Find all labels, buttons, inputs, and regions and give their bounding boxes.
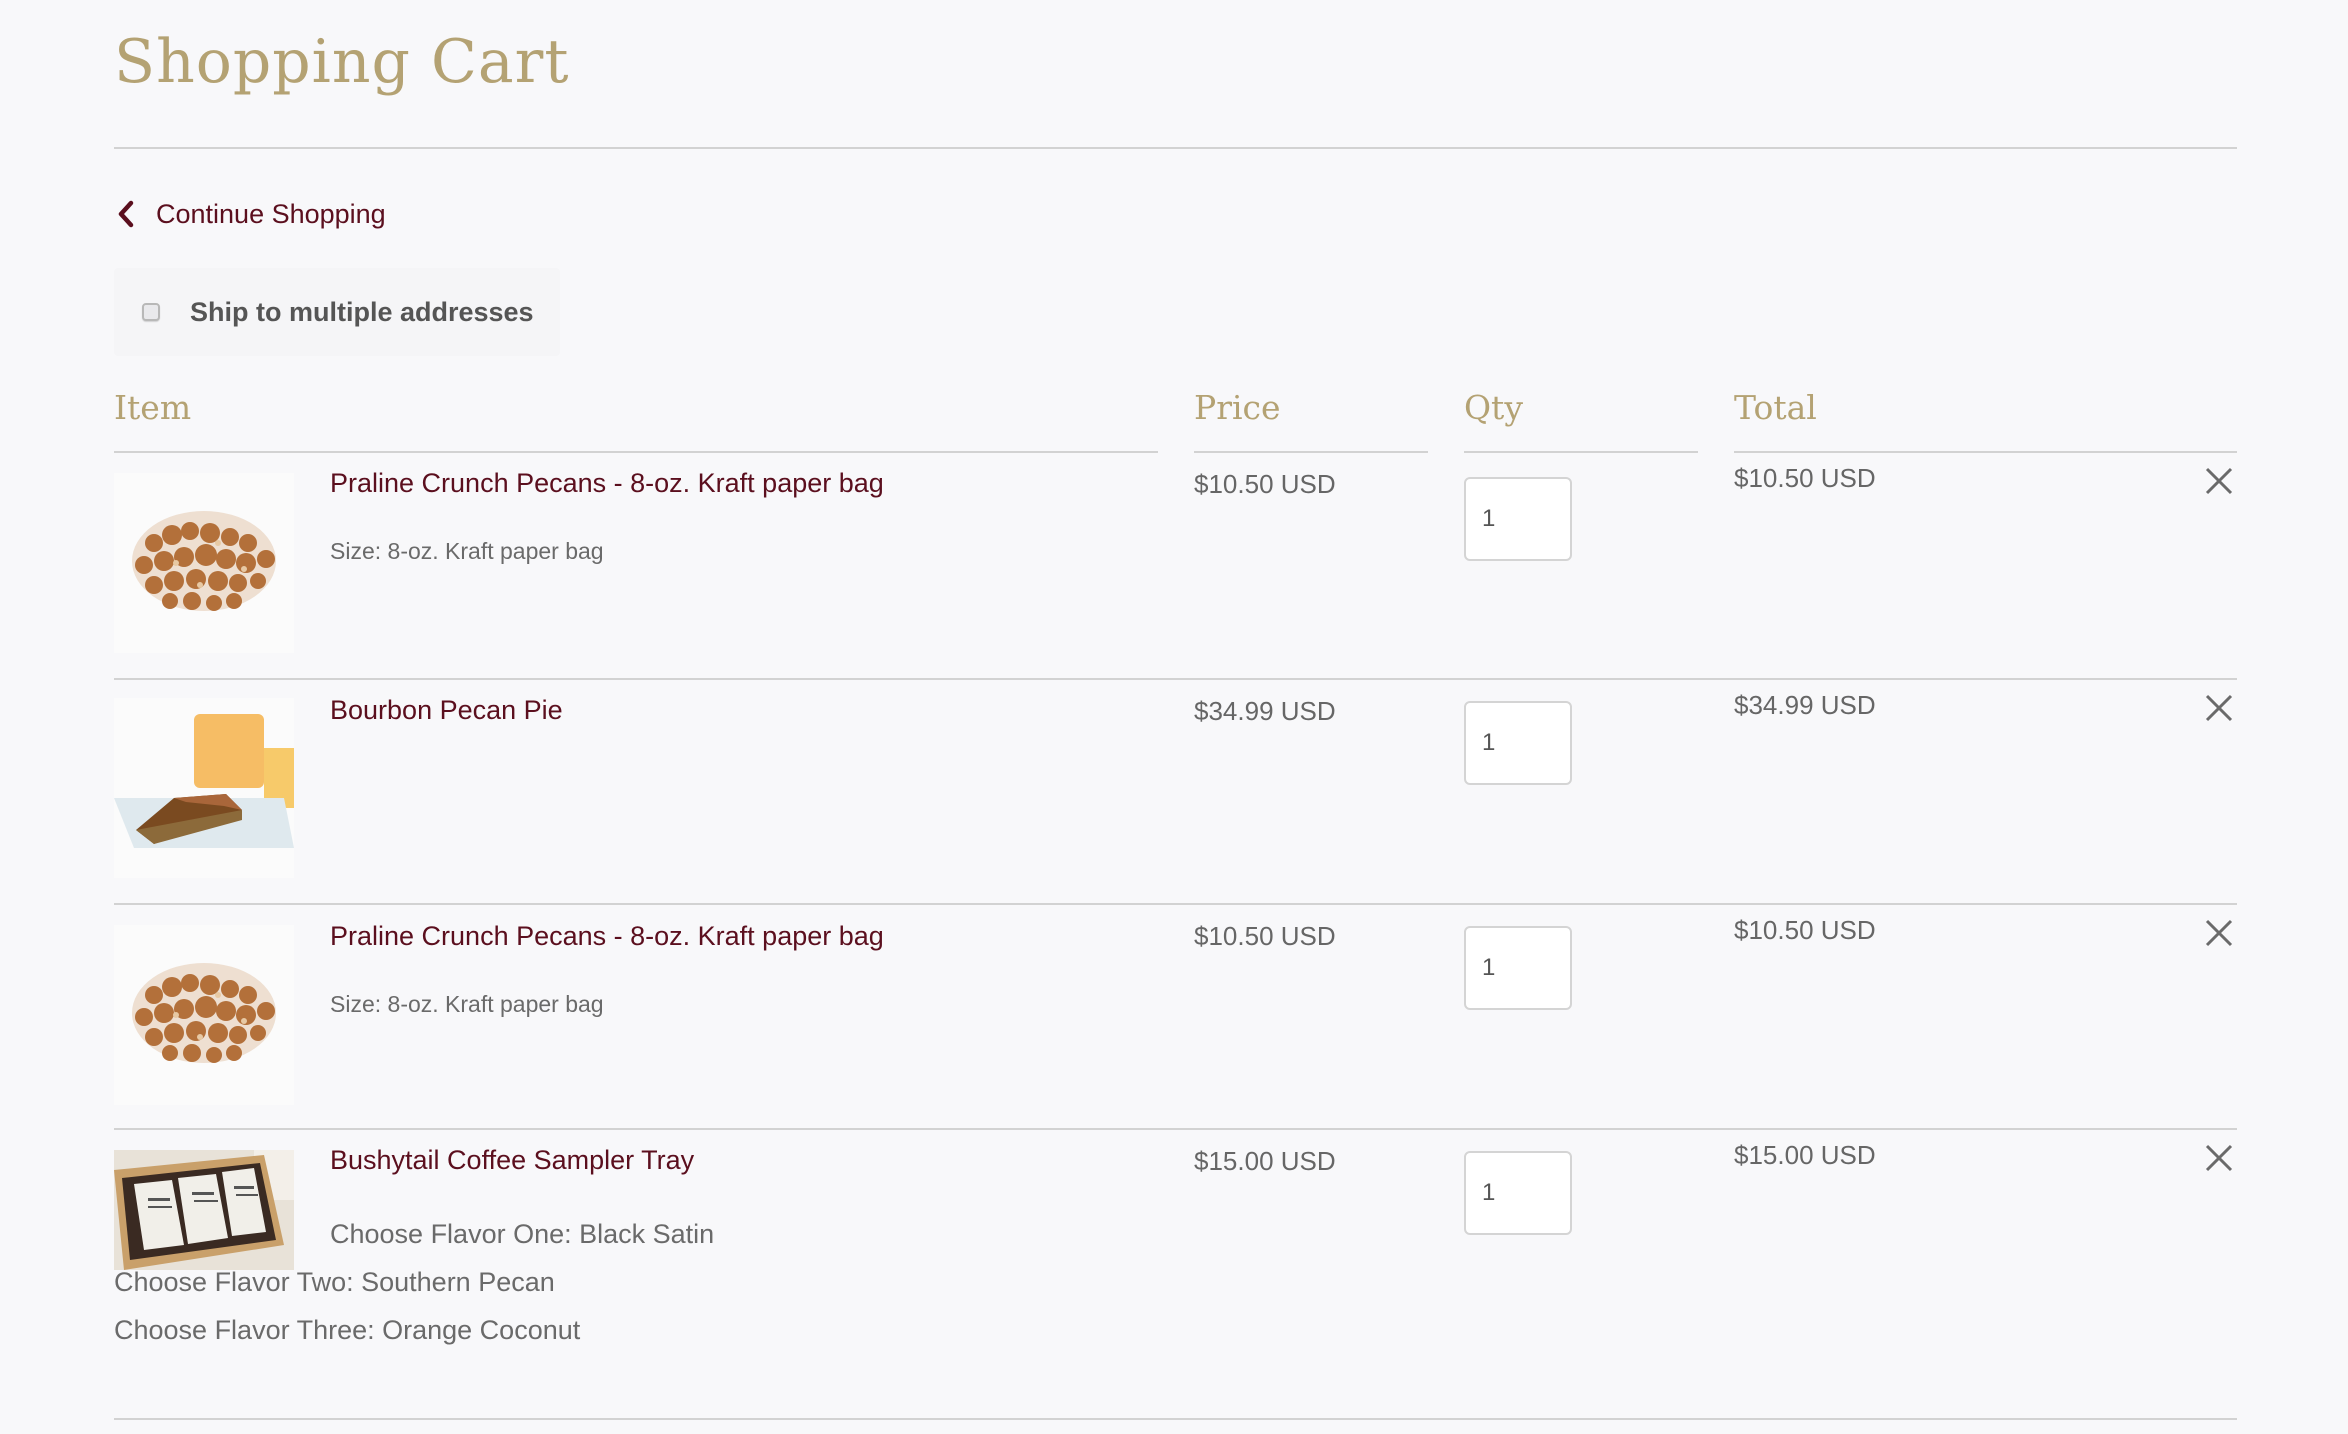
row-divider	[114, 903, 2237, 905]
praline-pecans-image[interactable]	[114, 473, 294, 653]
column-rule-item	[114, 451, 1158, 453]
item-name-link[interactable]: Bushytail Coffee Sampler Tray	[330, 1142, 694, 1178]
remove-item-button[interactable]	[2202, 464, 2236, 498]
close-icon	[2205, 467, 2233, 495]
quantity-input[interactable]	[1464, 926, 1572, 1010]
item-price: $34.99 USD	[1194, 696, 1336, 726]
item-total: $10.50 USD	[1734, 463, 1876, 493]
quantity-input[interactable]	[1464, 477, 1572, 561]
item-option: Choose Flavor Two: Southern Pecan	[114, 1267, 555, 1297]
title-divider	[114, 147, 2237, 149]
column-header-price: Price	[1194, 388, 1281, 427]
praline-pecans-image[interactable]	[114, 925, 294, 1105]
ship-multiple-checkbox[interactable]	[142, 303, 160, 321]
remove-item-button[interactable]	[2202, 916, 2236, 950]
item-price: $10.50 USD	[1194, 921, 1336, 951]
close-icon	[2205, 694, 2233, 722]
row-divider	[114, 1418, 2237, 1420]
quantity-input[interactable]	[1464, 701, 1572, 785]
remove-item-button[interactable]	[2202, 691, 2236, 725]
item-option: Choose Flavor One: Black Satin	[330, 1219, 715, 1249]
row-divider	[114, 1128, 2237, 1130]
bourbon-pecan-pie-image[interactable]	[114, 698, 294, 878]
chevron-left-icon	[118, 200, 134, 228]
close-icon	[2205, 919, 2233, 947]
quantity-input[interactable]	[1464, 1151, 1572, 1235]
item-option: Choose Flavor Three: Orange Coconut	[114, 1315, 581, 1345]
item-name-link[interactable]: Praline Crunch Pecans - 8-oz. Kraft pape…	[330, 918, 884, 954]
item-option: Size: 8-oz. Kraft paper bag	[330, 538, 604, 564]
row-divider	[114, 678, 2237, 680]
close-icon	[2205, 1144, 2233, 1172]
ship-multiple-label[interactable]: Ship to multiple addresses	[190, 297, 534, 328]
column-rule-qty	[1464, 451, 1698, 453]
ship-multiple-addresses-box: Ship to multiple addresses	[114, 268, 560, 356]
column-header-item: Item	[114, 388, 192, 427]
continue-shopping-link[interactable]: Continue Shopping	[116, 196, 386, 232]
column-rule-price	[1194, 451, 1428, 453]
item-total: $10.50 USD	[1734, 915, 1876, 945]
item-total: $15.00 USD	[1734, 1140, 1876, 1170]
item-price: $15.00 USD	[1194, 1146, 1336, 1176]
column-rule-total	[1734, 451, 2237, 453]
item-option: Size: 8-oz. Kraft paper bag	[330, 991, 604, 1017]
item-name-link[interactable]: Bourbon Pecan Pie	[330, 692, 563, 728]
column-header-qty: Qty	[1464, 388, 1523, 427]
page-title: Shopping Cart	[114, 27, 570, 97]
remove-item-button[interactable]	[2202, 1141, 2236, 1175]
column-header-total: Total	[1734, 388, 1817, 427]
continue-shopping-label: Continue Shopping	[156, 198, 386, 229]
item-total: $34.99 USD	[1734, 690, 1876, 720]
item-price: $10.50 USD	[1194, 469, 1336, 499]
item-name-link[interactable]: Praline Crunch Pecans - 8-oz. Kraft pape…	[330, 465, 884, 501]
coffee-sampler-tray-image[interactable]	[114, 1150, 294, 1270]
